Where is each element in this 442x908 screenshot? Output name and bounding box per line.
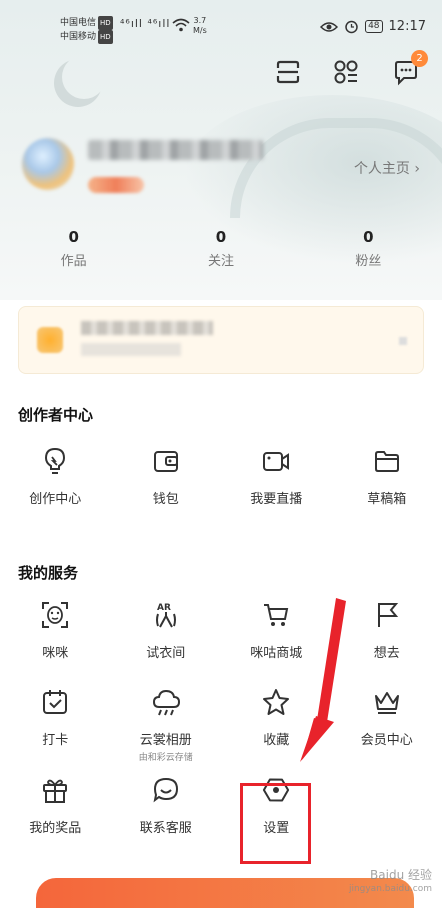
creator-center-title: 创作者中心 <box>18 406 94 424</box>
svg-text:AR: AR <box>157 603 171 613</box>
messages-button[interactable]: 2 <box>390 50 428 88</box>
battery-icon: 48 <box>365 20 383 33</box>
speed-value: 3.7 <box>193 16 207 25</box>
customer-service-item[interactable]: 联系客服 <box>111 775 222 836</box>
member-center-item[interactable]: 会员中心 <box>332 687 442 763</box>
scan-button[interactable] <box>272 56 304 88</box>
want-to-go-item[interactable]: 想去 <box>332 600 442 661</box>
apps-button[interactable] <box>330 56 362 88</box>
chat-smile-icon <box>153 777 178 803</box>
hd-badge-2: HD <box>98 30 113 44</box>
stat-value: 0 <box>68 228 79 246</box>
stat-following[interactable]: 0 关注 <box>147 228 294 269</box>
clock: 12:17 <box>388 19 426 34</box>
stat-label: 关注 <box>207 254 234 269</box>
lightbulb-icon <box>45 447 66 474</box>
username-blurred <box>88 140 263 160</box>
drafts-item[interactable]: 草稿箱 <box>332 446 442 507</box>
grid-label: 收藏 <box>263 733 290 748</box>
star-icon <box>263 689 290 715</box>
signal-icon: ⁴⁶ıll ⁴⁶ıll <box>120 17 171 30</box>
promo-subtext-blurred <box>81 343 181 356</box>
cloud-album-item[interactable]: 云裳相册 由和彩云存储 <box>111 687 222 763</box>
fitting-room-item[interactable]: AR 试衣间 <box>111 600 222 661</box>
scan-icon <box>276 60 300 84</box>
grid-label: 试衣间 <box>146 646 186 661</box>
moon-decoration <box>62 55 106 99</box>
grid-label: 创作中心 <box>29 492 82 507</box>
favorites-item[interactable]: 收藏 <box>221 687 332 763</box>
alarm-icon <box>345 20 358 34</box>
my-services-grid: 咪咪 AR 试衣间 咪咕商城 想去 打卡 云裳相册 由和彩云存储 收藏 会员中心… <box>0 600 442 836</box>
stat-value: 0 <box>215 228 227 246</box>
watermark-brand: Baidu 经验 <box>370 868 432 882</box>
creation-center-item[interactable]: 创作中心 <box>0 446 111 507</box>
my-services-title: 我的服务 <box>18 564 79 582</box>
my-prizes-item[interactable]: 我的奖品 <box>0 775 111 836</box>
live-stream-item[interactable]: 我要直播 <box>221 446 332 507</box>
grid-label: 钱包 <box>152 492 179 507</box>
status-right: 48 12:17 <box>320 19 426 34</box>
speed-unit: M/s <box>193 26 207 35</box>
apps-icon <box>334 60 358 84</box>
grid-label: 云裳相册 <box>139 733 192 748</box>
settings-highlight-box <box>240 783 311 864</box>
promo-icon <box>37 327 63 353</box>
stat-works[interactable]: 0 作品 <box>0 228 147 269</box>
wallet-icon <box>153 451 178 472</box>
migu-mall-item[interactable]: 咪咕商城 <box>221 600 332 661</box>
carrier-info: 中国电信 HD 中国移动 HD <box>60 16 113 44</box>
member-promo-card[interactable] <box>18 306 424 374</box>
flag-icon <box>377 603 398 627</box>
status-bar: 中国电信 HD 中国移动 HD ⁴⁶ıll ⁴⁶ıll 3.7 M/s 48 12:… <box>0 0 442 52</box>
empty-slot <box>332 775 442 836</box>
folder-icon <box>374 451 399 472</box>
video-camera-icon <box>263 452 290 471</box>
face-scan-icon <box>42 602 69 628</box>
grid-label: 想去 <box>373 646 400 661</box>
watermark-url: jingyan.baidu.com <box>348 884 432 894</box>
hd-badge-1: HD <box>98 16 113 30</box>
wallet-item[interactable]: 钱包 <box>111 446 222 507</box>
cart-icon <box>264 604 289 626</box>
ar-hanger-icon: AR <box>155 603 176 628</box>
grid-label: 会员中心 <box>360 733 413 748</box>
eye-icon <box>320 21 339 32</box>
avatar[interactable] <box>22 138 74 190</box>
carrier-2: 中国移动 <box>60 32 97 42</box>
grid-label: 联系客服 <box>139 821 192 836</box>
chevron-right-icon <box>399 337 407 345</box>
mimi-item[interactable]: 咪咪 <box>0 600 111 661</box>
grid-label: 草稿箱 <box>367 492 407 507</box>
cloud-icon <box>152 689 180 716</box>
grid-label: 我的奖品 <box>29 821 82 836</box>
grid-label: 咪咪 <box>42 646 69 661</box>
stat-label: 粉丝 <box>355 254 382 269</box>
carrier-1: 中国电信 <box>60 18 97 28</box>
network-speed: 3.7 M/s <box>193 16 207 36</box>
grid-label: 打卡 <box>42 733 69 748</box>
baidu-watermark: Baidu 经验 jingyan.baidu.com <box>349 868 432 896</box>
grid-label: 咪咕商城 <box>250 646 303 661</box>
profile-link[interactable]: 个人主页 › <box>354 158 420 178</box>
grid-sublabel: 由和彩云存储 <box>138 753 193 763</box>
promo-text-blurred <box>81 321 213 335</box>
stat-value: 0 <box>363 228 374 246</box>
gift-icon <box>43 779 68 803</box>
stat-fans[interactable]: 0 粉丝 <box>295 228 442 269</box>
crown-icon <box>374 692 399 714</box>
message-badge: 2 <box>411 50 428 67</box>
wifi-icon <box>172 18 190 32</box>
grid-label: 我要直播 <box>250 492 303 507</box>
creator-center-grid: 创作中心 钱包 我要直播 草稿箱 <box>0 446 442 507</box>
stat-label: 作品 <box>60 254 87 269</box>
stats-row: 0 作品 0 关注 0 粉丝 <box>0 228 442 269</box>
calendar-check-icon <box>43 690 68 714</box>
user-level-tag <box>88 177 144 193</box>
check-in-item[interactable]: 打卡 <box>0 687 111 763</box>
